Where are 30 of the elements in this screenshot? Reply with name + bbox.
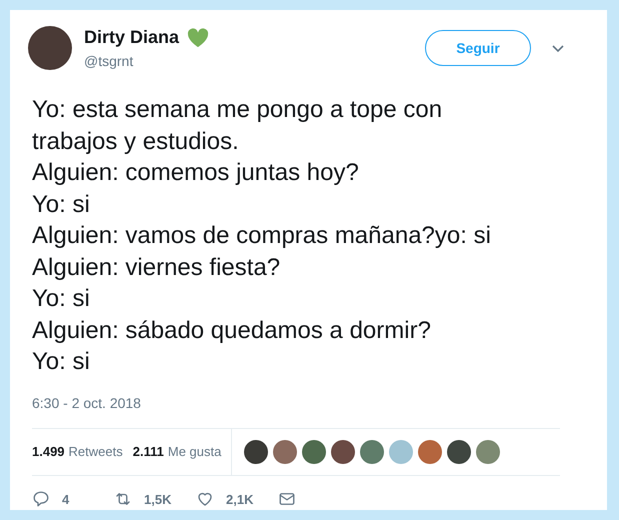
- action-count: 2,1K: [226, 490, 254, 508]
- tweet-text-line: Alguien: comemos juntas hoy?: [32, 158, 359, 188]
- liker-avatar[interactable]: [273, 440, 298, 464]
- avatar[interactable]: [28, 26, 72, 70]
- tweet-text-line: Yo: si: [32, 190, 90, 220]
- liker-avatar[interactable]: [244, 440, 268, 464]
- tweet-text-line: Alguien: sábado quedamos a dormir?: [32, 316, 431, 346]
- action-count: 4: [62, 490, 70, 508]
- tweet-text-line: Yo: esta semana me pongo a tope con: [32, 95, 442, 125]
- timestamp: 6:30 - 2 oct. 2018: [32, 394, 141, 410]
- tweet-text-line: Yo: si: [32, 347, 90, 377]
- stat-label[interactable]: Retweets: [68, 442, 123, 462]
- tweet-text-line: trabajos y estudios.: [32, 126, 239, 156]
- liker-avatar[interactable]: [302, 440, 326, 464]
- tweet-text-line: Yo: si: [32, 284, 90, 314]
- speech-bubble-icon[interactable]: [32, 490, 50, 508]
- stat-count: 2.111: [132, 442, 164, 461]
- heart-icon[interactable]: [196, 490, 214, 508]
- display-name[interactable]: Dirty Diana: [84, 24, 180, 51]
- tweet-text-line: Alguien: vamos de compras mañana?yo: si: [32, 221, 491, 251]
- follow-button[interactable]: Seguir: [425, 30, 531, 66]
- username[interactable]: @tsgrnt: [84, 51, 210, 72]
- tweet-text-line: Alguien: viernes fiesta?: [32, 252, 280, 282]
- heart-icon: [187, 28, 210, 48]
- liker-avatar[interactable]: [331, 440, 356, 464]
- action-count: 1,5K: [144, 490, 172, 508]
- chevron-down-icon[interactable]: [551, 43, 565, 53]
- stat-label[interactable]: Me gusta: [168, 442, 222, 462]
- stat-count: 1.499: [32, 442, 65, 461]
- liker-avatar[interactable]: [447, 440, 472, 464]
